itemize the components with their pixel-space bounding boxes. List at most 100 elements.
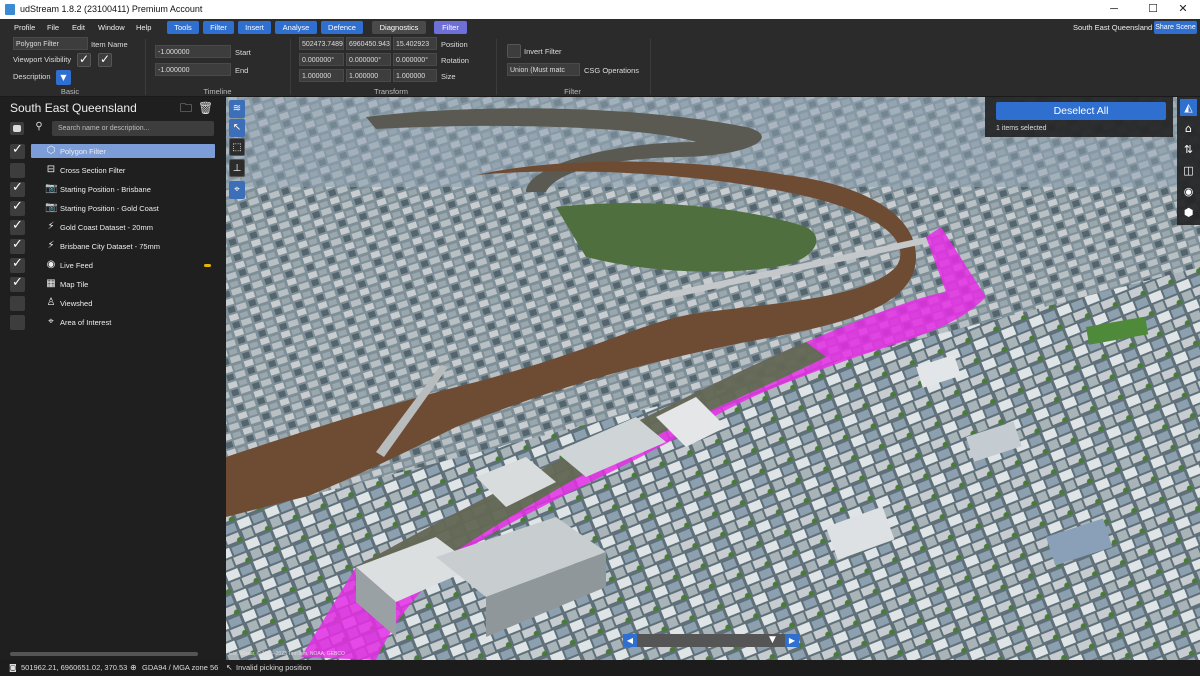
camera-coordinates: 501962.21, 6960651.02, 370.53 — [21, 663, 128, 672]
cube-icon[interactable]: ⬢ — [1180, 204, 1197, 221]
tree-item-area-of-interest[interactable]: ⌖ Area of Interest — [0, 314, 226, 332]
invert-filter-checkbox[interactable] — [507, 44, 521, 58]
rotation-z-input[interactable]: 0.000000° — [393, 53, 437, 66]
menu-help[interactable]: Help — [136, 21, 151, 34]
tab-defence[interactable]: Defence — [321, 21, 363, 34]
region-label: South East Queensland — [1073, 23, 1153, 32]
timeline-end-input[interactable]: -1.000000 — [155, 63, 231, 76]
tree-item-live-feed[interactable]: ◉ Live Feed — [0, 256, 226, 275]
tree-item-cross-section-filter[interactable]: ⊟ Cross Section Filter — [0, 162, 226, 180]
menu-file[interactable]: File — [47, 21, 59, 34]
layers-icon[interactable]: ≋ — [229, 100, 245, 118]
position-y-input[interactable]: 6960450.9438 — [346, 37, 391, 50]
csg-operations-select[interactable]: Union (Must matc — [507, 63, 580, 76]
viewport-visibility-checkbox-2[interactable] — [98, 52, 112, 67]
close-button[interactable]: ✕ — [1166, 1, 1200, 18]
right-toolbar: ◭ ⌂ ⇅ ◫ ◉ ⬢ — [1177, 97, 1200, 225]
time-marker-icon[interactable]: ▼ — [769, 635, 776, 645]
visibility-checkbox[interactable] — [10, 315, 25, 330]
tree-item-label: Starting Position - Brisbane — [60, 185, 151, 194]
description-label: Description — [13, 72, 51, 81]
measure-icon[interactable]: ⬚ — [229, 138, 245, 156]
area-of-interest-icon: ⌖ — [48, 316, 54, 327]
rotation-label: Rotation — [441, 56, 469, 65]
menu-window[interactable]: Window — [98, 21, 125, 34]
dataset-icon: ⚡ — [47, 221, 55, 232]
visibility-checkbox[interactable] — [10, 163, 25, 178]
visibility-checkbox[interactable] — [10, 296, 25, 311]
group-filter-label: Filter — [564, 87, 581, 96]
selected-count: 1 items selected — [996, 125, 1047, 132]
search-input[interactable]: Search name or description... — [52, 121, 214, 136]
viewport-visibility-checkbox[interactable] — [77, 52, 91, 67]
tab-tools[interactable]: Tools — [167, 21, 199, 34]
position-z-input[interactable]: 15.402923 — [393, 37, 437, 50]
compass-icon[interactable]: ◭ — [1180, 99, 1197, 116]
size-x-input[interactable]: 1.000000 — [299, 69, 344, 82]
visibility-checkbox[interactable] — [10, 142, 25, 159]
visibility-checkbox[interactable] — [10, 199, 25, 216]
tree-item-label: Live Feed — [60, 261, 93, 270]
item-name-input[interactable]: Polygon Filter — [13, 37, 88, 50]
pin-icon[interactable]: ⌖ — [229, 181, 245, 199]
tree-item-gold-coast-dataset[interactable]: ⚡ Gold Coast Dataset - 20mm — [0, 218, 226, 237]
tab-insert[interactable]: Insert — [238, 21, 271, 34]
tree-item-starting-position-brisbane[interactable]: 📷 Starting Position - Brisbane — [0, 180, 226, 199]
tree-item-label: Area of Interest — [60, 318, 112, 327]
position-x-input[interactable]: 502473.74897 — [299, 37, 344, 50]
trash-icon[interactable]: 🗑 — [198, 101, 213, 115]
map-book-icon[interactable]: ◫ — [1180, 162, 1197, 179]
tree-item-brisbane-city-dataset[interactable]: ⚡ Brisbane City Dataset - 75mm — [0, 237, 226, 256]
size-y-input[interactable]: 1.000000 — [346, 69, 391, 82]
tree-item-map-tile[interactable]: ▦ Map Tile — [0, 275, 226, 294]
map-attribution: Esri, Maxar, © 1995–2023 TomTom, NOAA, G… — [229, 651, 345, 657]
camera-icon: 📷 — [45, 202, 58, 213]
tab-diagnostics[interactable]: Diagnostics — [372, 21, 426, 34]
deselect-all-button[interactable]: Deselect All — [996, 102, 1166, 120]
coordinate-system: GDA94 / MGA zone 56 — [142, 663, 219, 672]
maximize-button[interactable]: ☐ — [1136, 1, 1170, 18]
eye-icon[interactable]: ◉ — [1180, 183, 1197, 200]
menu-profile[interactable]: Profile — [14, 21, 35, 34]
viewport-visibility-label: Viewport Visibility — [13, 55, 72, 64]
camera-height-icon[interactable]: ⇅ — [1180, 141, 1197, 158]
ribbon-separator — [290, 39, 291, 95]
minimize-button[interactable]: ─ — [1097, 1, 1131, 18]
app-icon — [5, 4, 15, 15]
timeline-start-input[interactable]: -1.000000 — [155, 45, 231, 58]
time-next-icon[interactable]: ▶ — [785, 634, 799, 647]
position-label: Position — [441, 40, 468, 49]
description-dropdown-button[interactable]: ▼ — [56, 70, 71, 85]
horizontal-scrollbar[interactable] — [10, 652, 198, 656]
selection-highlight — [31, 144, 215, 158]
visibility-checkbox[interactable] — [10, 275, 25, 292]
visibility-checkbox[interactable] — [10, 256, 25, 273]
visibility-checkbox[interactable] — [10, 218, 25, 235]
tab-filter[interactable]: Filter — [203, 21, 234, 34]
timeline-end-label: End — [235, 66, 249, 75]
item-name-label: Item Name — [91, 40, 128, 49]
tree-item-viewshed[interactable]: ♙ Viewshed — [0, 295, 226, 313]
time-slider[interactable]: ◀ ▼ ▶ — [623, 634, 799, 647]
tree-item-starting-position-gold-coast[interactable]: 📷 Starting Position - Gold Coast — [0, 199, 226, 218]
visibility-checkbox[interactable] — [10, 180, 25, 197]
menu-edit[interactable]: Edit — [72, 21, 85, 34]
visibility-checkbox[interactable] — [10, 237, 25, 254]
tab-analyse[interactable]: Analyse — [275, 21, 317, 34]
filter-icon[interactable]: ⚲ — [33, 121, 45, 135]
add-folder-icon[interactable]: 🗀 — [179, 101, 193, 115]
share-scene-button[interactable]: Share Scene — [1154, 21, 1197, 34]
home-icon[interactable]: ⌂ — [1180, 120, 1197, 137]
select-all-checkbox[interactable] — [10, 122, 24, 135]
select-cursor-icon[interactable]: ↖ — [229, 119, 245, 137]
tab-filter-context[interactable]: Filter — [434, 21, 467, 34]
rotation-x-input[interactable]: 0.000000° — [299, 53, 344, 66]
ribbon-separator — [496, 39, 497, 95]
gizmo-icon[interactable]: ⊥ — [229, 159, 245, 177]
viewport-3d[interactable]: ≋ ↖ ⬚ ⊥ ⌖ Deselect All 1 items selected … — [226, 97, 1200, 660]
time-prev-icon[interactable]: ◀ — [623, 634, 637, 647]
tree-item-label: Brisbane City Dataset - 75mm — [60, 242, 161, 251]
tree-item-polygon-filter[interactable]: ⬡ Polygon Filter — [0, 142, 226, 161]
size-z-input[interactable]: 1.000000 — [393, 69, 437, 82]
rotation-y-input[interactable]: 0.000000° — [346, 53, 391, 66]
